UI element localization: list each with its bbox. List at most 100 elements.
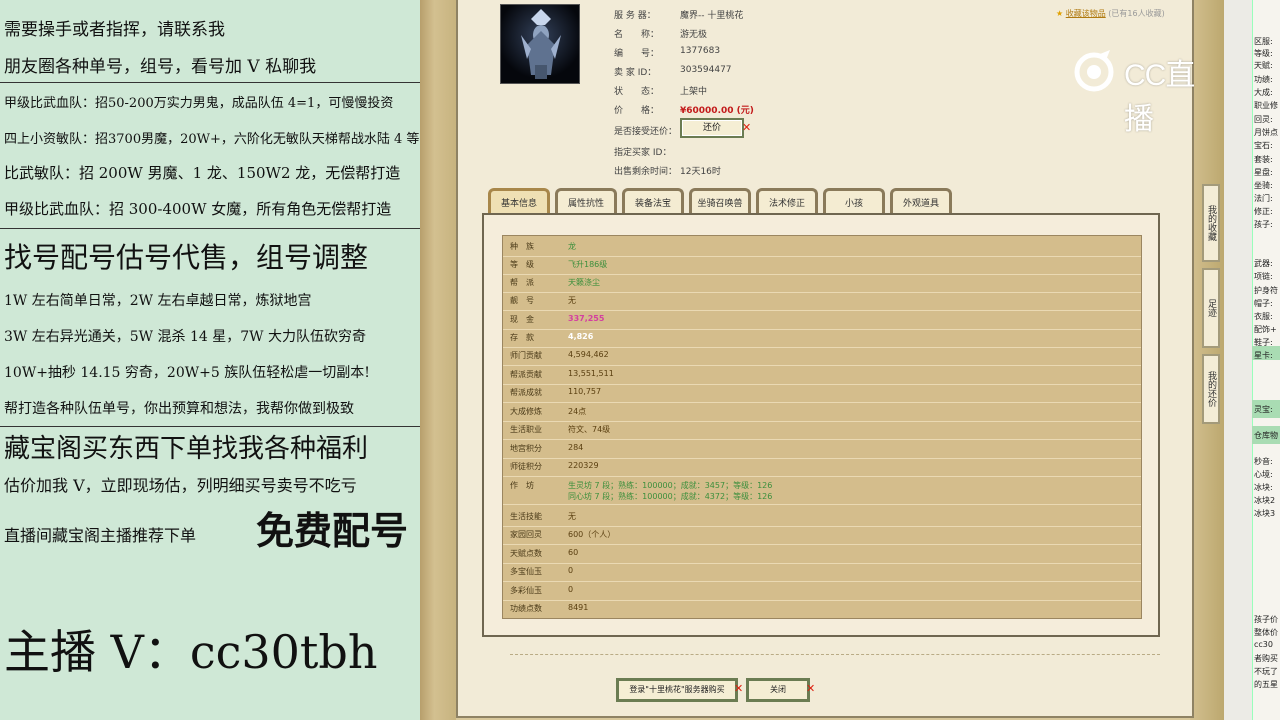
game-border-left xyxy=(420,0,456,720)
close-icon: ✕ xyxy=(806,682,816,695)
note-line: 区服: xyxy=(1254,37,1273,46)
note-line: 月饼点 xyxy=(1254,128,1278,137)
promo-line: 需要操手或者指挥，请联系我 xyxy=(4,20,225,40)
my-offers-button[interactable]: 我的还价 xyxy=(1202,354,1220,424)
star-icon: ★ xyxy=(1056,9,1064,18)
close-button[interactable]: 关闭 xyxy=(746,678,810,702)
note-line: 孩子价 xyxy=(1254,615,1278,624)
cc-logo-icon xyxy=(1074,50,1114,92)
note-line: 坐骑: xyxy=(1254,181,1273,190)
note-line: 配饰+ xyxy=(1254,325,1277,334)
note-line: 鞋子: xyxy=(1254,338,1273,347)
note-line: 灵宝: xyxy=(1254,405,1273,414)
id-value: 1377683 xyxy=(680,46,721,56)
promo-line: 四上小资敏队：招3700男魔，20W+，六阶化无敏队天梯帮战水陆 4 等 1 xyxy=(4,132,432,147)
promo-line: 甲级比武血队：招50-200万实力男鬼，成品队伍 4=1，可慢慢投资 xyxy=(4,96,394,111)
promo-line: 比武敏队：招 200W 男魔、1 龙、150W2 龙，无偿帮打造 xyxy=(4,164,401,182)
close-icon: ✕ xyxy=(742,121,752,134)
note-line: 回灵: xyxy=(1254,115,1273,124)
note-line: 帽子: xyxy=(1254,299,1273,308)
tab-mounts-pets[interactable]: 坐骑召唤兽 xyxy=(689,188,751,214)
note-line: 法门: xyxy=(1254,194,1273,203)
tab-appearance[interactable]: 外观道具 xyxy=(890,188,952,214)
price-value: ¥60000.00 (元) xyxy=(680,106,754,116)
seller-row: 卖 家 ID： 303594477 xyxy=(614,65,732,78)
history-button[interactable]: 足迹 xyxy=(1202,268,1220,348)
cc-live-watermark: CC直播 xyxy=(1072,44,1222,136)
promo-line: 朋友圈各种单号，组号，看号加 V 私聊我 xyxy=(4,57,317,77)
tab-child[interactable]: 小孩 xyxy=(823,188,885,214)
seller-value: 303594477 xyxy=(680,65,732,75)
login-buy-button[interactable]: 登录"十里桃花"服务器购买 xyxy=(616,678,738,702)
tab-equipment[interactable]: 装备法宝 xyxy=(622,188,684,214)
note-line: 护身符 xyxy=(1254,286,1278,295)
promo-line: 估价加我 V，立即现场估，列明细买号卖号不吃亏 xyxy=(4,476,357,495)
bargain-label: 是否接受还价： xyxy=(614,127,678,137)
note-line: 天赋: xyxy=(1254,61,1273,70)
status-value: 上架中 xyxy=(680,87,708,97)
buyer-label: 指定买家 ID： xyxy=(614,148,672,158)
tab-basic-info[interactable]: 基本信息 xyxy=(488,188,550,214)
streamer-contact: 主播 V：cc30tbh xyxy=(4,625,378,679)
note-line: 冰块3 xyxy=(1254,509,1276,518)
promo-line: 帮打造各种队伍单号，你出预算和想法，我帮你做到极致 xyxy=(4,401,354,417)
note-line: 星盘: xyxy=(1254,168,1273,177)
seller-label: 卖 家 ID： xyxy=(614,68,657,78)
note-line: 修正: xyxy=(1254,207,1273,216)
note-line: 项链: xyxy=(1254,272,1273,281)
right-notes-panel: 区服: 等级: 天赋: 功绩: 大成: 职业修 回灵: 月饼点 宝石: 套装: … xyxy=(1224,0,1280,720)
tab-spell-correction[interactable]: 法术修正 xyxy=(756,188,818,214)
id-label: 编 号： xyxy=(614,49,660,59)
note-line: 孩子: xyxy=(1254,220,1273,229)
attribute-table: 种 族龙 等 级飞升186级 帮 派天籁涤尘 靓 号无 现 金 337,255 存… xyxy=(502,235,1142,619)
note-line: 套装: xyxy=(1254,155,1273,164)
name-label: 名 称： xyxy=(614,30,660,40)
divider xyxy=(0,82,420,83)
id-row: 编 号： 1377683 xyxy=(614,46,720,59)
promo-line: 1W 左右简单日常，2W 左右卓越日常，炼狱地宫 xyxy=(4,293,312,309)
favorite-link[interactable]: ★ 收藏该物品 (已有16人收藏) xyxy=(1056,8,1165,19)
my-favorites-button[interactable]: 我的收藏 xyxy=(1202,184,1220,262)
name-row: 名 称： 游无极 xyxy=(614,27,707,40)
time-label: 出售剩余时间： xyxy=(614,167,678,177)
note-line: 功绩: xyxy=(1254,75,1273,84)
note-line: 衣服: xyxy=(1254,312,1273,321)
note-line: 整体价 xyxy=(1254,628,1278,637)
promo-line: 3W 左右异光通关，5W 混杀 14 星，7W 大力队伍砍穷奇 xyxy=(4,329,366,345)
note-line: 的五星 xyxy=(1254,680,1278,689)
line-number-column xyxy=(1224,0,1253,720)
divider xyxy=(0,228,420,229)
buyer-row: 指定买家 ID： xyxy=(614,145,671,158)
note-line: cc30 xyxy=(1254,640,1273,649)
cc-logo-text: CC直播 xyxy=(1124,59,1195,136)
character-portrait xyxy=(500,4,580,84)
note-line: 星卡: xyxy=(1254,351,1273,360)
left-promo-panel: 需要操手或者指挥，请联系我 朋友圈各种单号，组号，看号加 V 私聊我 甲级比武血… xyxy=(0,0,432,720)
note-line: 等级: xyxy=(1254,49,1273,58)
tab-attributes[interactable]: 属性抗性 xyxy=(555,188,617,214)
note-line: 冰块2 xyxy=(1254,496,1276,505)
server-value: 魔界-- 十里桃花 xyxy=(680,11,744,21)
note-line: 仓库物 xyxy=(1254,431,1278,440)
note-line: 者购买 xyxy=(1254,654,1278,663)
server-row: 服 务 器： 魔界-- 十里桃花 xyxy=(614,8,743,21)
promo-line: 找号配号估号代售，组号调整 xyxy=(4,241,369,274)
close-icon: ✕ xyxy=(734,682,744,695)
status-row: 状 态： 上架中 xyxy=(614,84,707,97)
server-label: 服 务 器： xyxy=(614,11,656,21)
divider xyxy=(510,654,1160,655)
promo-line: 藏宝阁买东西下单找我各种福利 xyxy=(4,434,369,464)
note-line: 武器: xyxy=(1254,259,1273,268)
note-line: 秒音: xyxy=(1254,457,1273,466)
time-value: 12天16时 xyxy=(680,167,721,177)
note-line: 宝石: xyxy=(1254,141,1273,150)
name-value: 游无极 xyxy=(680,30,708,40)
time-row: 出售剩余时间： 12天16时 xyxy=(614,164,721,177)
note-line: 冰块: xyxy=(1254,483,1273,492)
promo-highlight: 免费配号 xyxy=(256,508,409,553)
price-row: 价 格： ¥60000.00 (元) xyxy=(614,103,754,116)
note-line: 大成: xyxy=(1254,88,1273,97)
counter-offer-button[interactable]: 还价 xyxy=(680,118,744,138)
favorite-label: 收藏该物品 xyxy=(1065,9,1106,18)
promo-line: 直播间藏宝阁主播推荐下单 xyxy=(4,526,197,545)
